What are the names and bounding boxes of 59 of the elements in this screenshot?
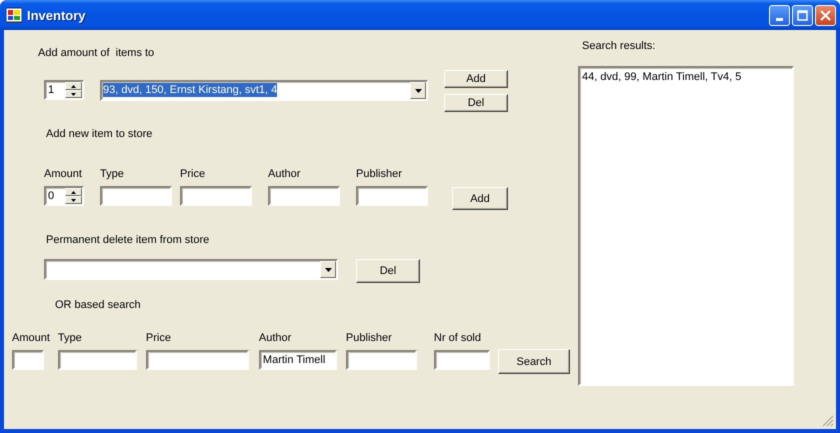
up-arrow-icon	[71, 84, 76, 88]
spin-down-button[interactable]	[65, 90, 82, 98]
resize-grip-icon	[822, 415, 834, 427]
field-label: Price	[180, 168, 206, 181]
text-field[interactable]	[100, 186, 172, 206]
number-spinner[interactable]: 1	[44, 80, 84, 100]
field-label: Amount	[44, 168, 83, 181]
window-title: Inventory	[27, 8, 87, 22]
down-arrow-icon	[71, 198, 76, 202]
up-arrow-icon	[71, 190, 76, 194]
dropdown-arrow-icon	[414, 88, 422, 92]
section-label: Permanent delete item from store	[46, 234, 210, 247]
app-icon	[6, 7, 22, 23]
field-label: Nr of sold	[434, 332, 482, 345]
text-field[interactable]	[346, 350, 417, 370]
item-dropdown[interactable]	[44, 259, 338, 280]
add-button[interactable]: Add	[452, 187, 508, 210]
field-label: Publisher	[356, 168, 403, 181]
field-label: Price	[146, 332, 172, 345]
section-label: Add new item to store	[46, 128, 154, 141]
text-field[interactable]	[146, 350, 249, 370]
field-label: Author	[258, 332, 292, 345]
dropdown-button[interactable]	[320, 261, 336, 278]
field-label: Type	[58, 332, 83, 345]
text-field[interactable]	[434, 350, 490, 370]
field-label: Type	[100, 168, 125, 181]
text-field[interactable]	[58, 350, 137, 370]
text-field[interactable]	[356, 186, 428, 206]
search-button[interactable]: Search	[498, 349, 570, 374]
minimize-icon	[776, 18, 783, 20]
action-button[interactable]: Del	[444, 94, 508, 112]
spin-up-button[interactable]	[65, 82, 82, 90]
number-spinner[interactable]: 0	[44, 186, 84, 206]
text-field[interactable]	[12, 350, 44, 370]
result-item[interactable]: 44, dvd, 99, Martin Timell, Tv4, 5	[582, 71, 790, 84]
section-label: OR based search	[55, 299, 142, 312]
maximize-icon	[797, 10, 808, 20]
selected-item: 93, dvd, 150, Ernst Kirstang, svt1, 4	[103, 83, 278, 97]
section-label: Add amount of items to	[38, 47, 156, 60]
minimize-button[interactable]	[769, 4, 790, 26]
delete-button[interactable]: Del	[356, 259, 420, 283]
close-icon	[820, 10, 831, 20]
close-button[interactable]	[815, 4, 836, 26]
dropdown-button[interactable]	[410, 82, 426, 99]
results-list[interactable]: 44, dvd, 99, Martin Timell, Tv4, 5	[578, 66, 794, 386]
dropdown-arrow-icon	[324, 268, 332, 272]
results-label: Search results:	[582, 40, 656, 53]
text-field[interactable]: Martin Timell	[258, 350, 337, 370]
text-field[interactable]	[268, 186, 340, 206]
text-field[interactable]	[180, 186, 252, 206]
field-label: Author	[268, 168, 302, 181]
field-label: Publisher	[346, 332, 393, 345]
down-arrow-icon	[71, 92, 76, 96]
action-button[interactable]: Add	[444, 70, 508, 88]
maximize-button[interactable]	[792, 4, 813, 26]
spin-down-button[interactable]	[65, 196, 82, 204]
item-dropdown[interactable]: 93, dvd, 150, Ernst Kirstang, svt1, 4	[100, 80, 428, 101]
spin-up-button[interactable]	[65, 188, 82, 196]
field-label: Amount	[12, 332, 50, 345]
